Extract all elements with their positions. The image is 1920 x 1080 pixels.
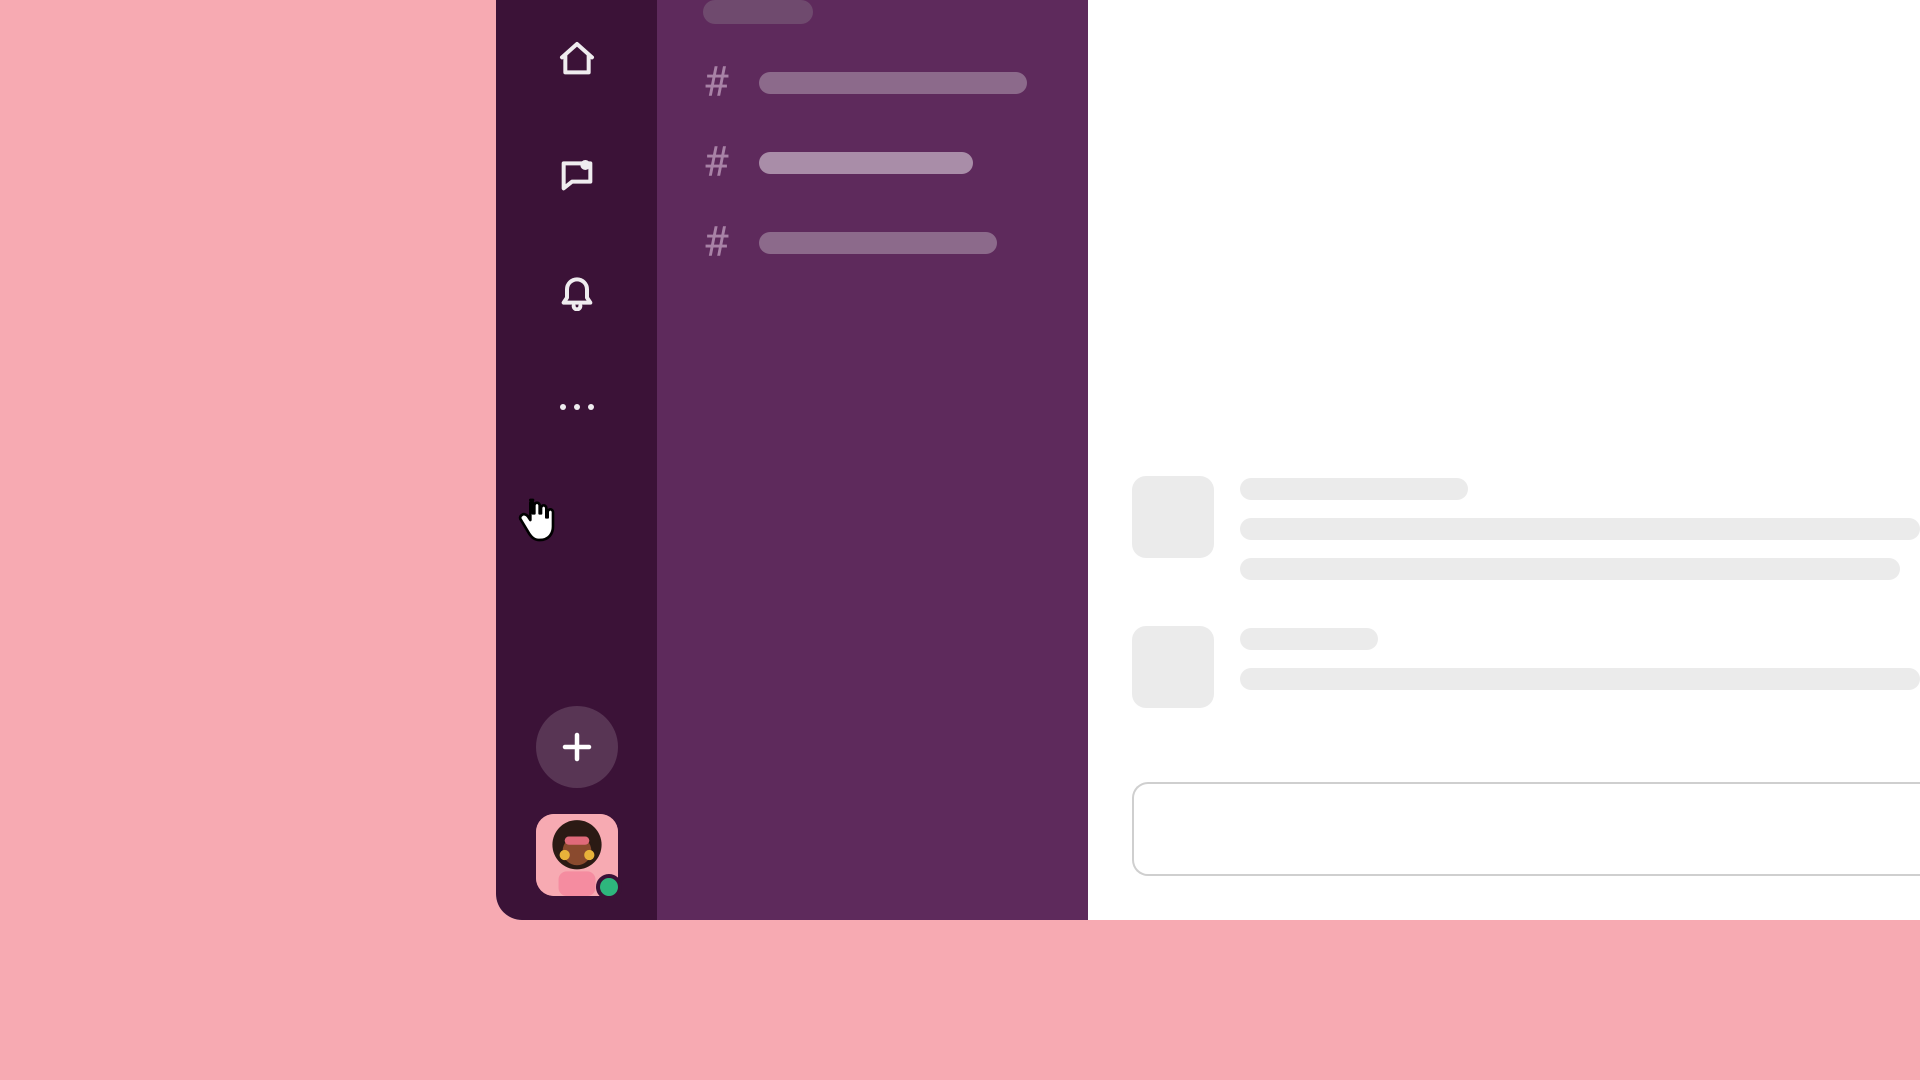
channel-name-placeholder bbox=[759, 72, 1027, 94]
channel-name-placeholder bbox=[759, 152, 973, 174]
hash-icon: # bbox=[703, 62, 729, 104]
compose-button[interactable] bbox=[536, 706, 618, 788]
message-author-placeholder bbox=[1240, 478, 1468, 500]
message-pane bbox=[1088, 0, 1920, 920]
hash-icon: # bbox=[703, 142, 729, 184]
message-text-placeholder bbox=[1240, 668, 1920, 690]
user-avatar[interactable] bbox=[536, 814, 618, 896]
more-icon[interactable] bbox=[554, 384, 600, 430]
channel-sidebar: # # # bbox=[657, 0, 1088, 920]
message-author-placeholder bbox=[1240, 628, 1378, 650]
message-text-placeholder bbox=[1240, 518, 1920, 540]
app-window: # # # bbox=[496, 0, 1920, 920]
channel-item[interactable]: # bbox=[703, 142, 1048, 184]
activity-icon[interactable] bbox=[554, 268, 600, 314]
dm-icon[interactable] bbox=[554, 152, 600, 198]
channel-name-placeholder bbox=[759, 232, 997, 254]
home-icon[interactable] bbox=[554, 36, 600, 82]
message bbox=[1132, 476, 1920, 580]
channel-item[interactable]: # bbox=[703, 222, 1048, 264]
message bbox=[1132, 626, 1920, 708]
message-text-placeholder bbox=[1240, 558, 1900, 580]
nav-rail bbox=[496, 0, 657, 920]
channel-item[interactable]: # bbox=[703, 62, 1048, 104]
message-avatar bbox=[1132, 626, 1214, 708]
message-composer[interactable] bbox=[1132, 782, 1920, 876]
message-avatar bbox=[1132, 476, 1214, 558]
sidebar-section-header bbox=[703, 0, 813, 24]
hash-icon: # bbox=[703, 222, 729, 264]
presence-indicator bbox=[596, 874, 622, 900]
